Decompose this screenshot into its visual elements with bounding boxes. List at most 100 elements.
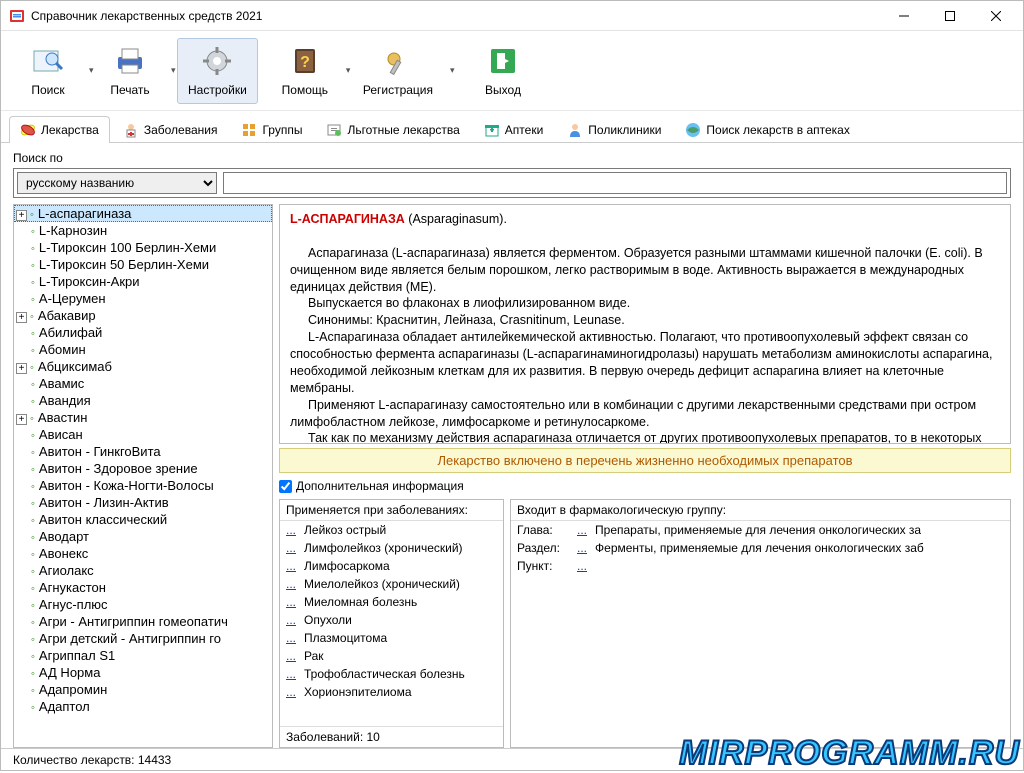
toolbar-help[interactable]: ? Помощь bbox=[270, 38, 340, 104]
link-dots[interactable]: ... bbox=[286, 559, 296, 573]
disease-item[interactable]: ...Опухоли bbox=[280, 611, 503, 629]
description-pane[interactable]: L-АСПАРАГИНАЗА (Asparaginasum). Аспараги… bbox=[279, 204, 1011, 444]
tree-item[interactable]: +◦Авастин bbox=[14, 409, 272, 426]
tree-item[interactable]: ◦Адапромин bbox=[14, 681, 272, 698]
search-panel: Поиск по русскому названию bbox=[1, 143, 1023, 204]
toolbar-search[interactable]: Поиск bbox=[13, 38, 83, 104]
tree-item[interactable]: ◦L-Тироксин 50 Берлин-Хеми bbox=[14, 256, 272, 273]
tree-item[interactable]: ◦Авонекс bbox=[14, 545, 272, 562]
diseases-heading: Применяется при заболеваниях: bbox=[280, 500, 503, 520]
essential-drug-banner: Лекарство включено в перечень жизненно н… bbox=[279, 448, 1011, 473]
tab-drugs[interactable]: Лекарства bbox=[9, 116, 110, 143]
tree-item[interactable]: ◦Авитон - Лизин-Актив bbox=[14, 494, 272, 511]
diseases-panel: Применяется при заболеваниях: ...Лейкоз … bbox=[279, 499, 504, 748]
tree-item[interactable]: ◦Авитон - Кожа-Ногти-Волосы bbox=[14, 477, 272, 494]
group-table[interactable]: Глава:...Препараты, применяемые для лече… bbox=[511, 520, 1010, 747]
tree-item[interactable]: ◦Ависан bbox=[14, 426, 272, 443]
tree-item[interactable]: ◦Абомин bbox=[14, 341, 272, 358]
tree-item[interactable]: +◦Абциксимаб bbox=[14, 358, 272, 375]
close-button[interactable] bbox=[973, 1, 1019, 31]
desc-paragraph: Выпускается во флаконах в лиофилизирован… bbox=[290, 295, 1000, 312]
disease-item[interactable]: ...Лейкоз острый bbox=[280, 521, 503, 539]
search-label: Поиск по bbox=[13, 151, 1011, 165]
chevron-down-icon[interactable]: ▾ bbox=[83, 65, 95, 76]
desc-paragraph: Так как по механизму действия аспарагина… bbox=[290, 430, 1000, 444]
tree-item[interactable]: ◦Агри - Антигриппин гомеопатич bbox=[14, 613, 272, 630]
tab-pharmacies[interactable]: Аптеки bbox=[473, 116, 555, 143]
search-input[interactable] bbox=[223, 172, 1007, 194]
tree-item[interactable]: ◦Авитон - ГинкгоВита bbox=[14, 443, 272, 460]
tree-item[interactable]: ◦L-Тироксин-Акри bbox=[14, 273, 272, 290]
main-toolbar: Поиск ▾ Печать ▾ Настройки ? Помощь ▾ Ре… bbox=[1, 31, 1023, 111]
disease-count: Заболеваний: 10 bbox=[280, 727, 503, 747]
titlebar: Справочник лекарственных средств 2021 bbox=[1, 1, 1023, 31]
desc-paragraph: Синонимы: Краснитин, Лейназа, Crasnitinu… bbox=[290, 312, 1000, 329]
disease-item[interactable]: ...Миелолейкоз (хронический) bbox=[280, 575, 503, 593]
link-dots[interactable]: ... bbox=[577, 523, 587, 537]
tree-item[interactable]: ◦Аводарт bbox=[14, 528, 272, 545]
tree-item[interactable]: ◦Абилифай bbox=[14, 324, 272, 341]
disease-item[interactable]: ...Миеломная болезнь bbox=[280, 593, 503, 611]
tab-diseases[interactable]: Заболевания bbox=[112, 116, 229, 143]
tree-item[interactable]: ◦Агнус-плюс bbox=[14, 596, 272, 613]
drug-tree[interactable]: +◦L-аспарагиназа◦L-Карнозин◦L-Тироксин 1… bbox=[13, 204, 273, 748]
tree-item[interactable]: ◦Авитон классический bbox=[14, 511, 272, 528]
tree-item[interactable]: ◦Авандия bbox=[14, 392, 272, 409]
disease-item[interactable]: ...Лимфолейкоз (хронический) bbox=[280, 539, 503, 557]
extra-info-checkbox[interactable]: Дополнительная информация bbox=[279, 477, 1011, 495]
disease-item[interactable]: ...Трофобластическая болезнь bbox=[280, 665, 503, 683]
tab-groups[interactable]: Группы bbox=[230, 116, 313, 143]
watermark: MIRPROGRAMM.RU bbox=[679, 734, 1020, 773]
disease-list[interactable]: ...Лейкоз острый...Лимфолейкоз (хроничес… bbox=[280, 520, 503, 727]
search-type-select[interactable]: русскому названию bbox=[17, 172, 217, 194]
tree-item[interactable]: ◦Агнукастон bbox=[14, 579, 272, 596]
chevron-down-icon[interactable]: ▾ bbox=[444, 65, 456, 76]
tab-clinics[interactable]: Поликлиники bbox=[556, 116, 672, 143]
tree-item[interactable]: ◦А-Церумен bbox=[14, 290, 272, 307]
disease-item[interactable]: ...Плазмоцитома bbox=[280, 629, 503, 647]
link-dots[interactable]: ... bbox=[286, 649, 296, 663]
tab-privileged[interactable]: Льготные лекарства bbox=[315, 116, 470, 143]
desc-paragraph: L-Аспарагиназа обладает антилейкемическо… bbox=[290, 329, 1000, 397]
toolbar-register[interactable]: Регистрация bbox=[352, 38, 444, 104]
disease-item[interactable]: ...Хорионэпителиома bbox=[280, 683, 503, 701]
group-panel: Входит в фармакологическую группу: Глава… bbox=[510, 499, 1011, 748]
window-title: Справочник лекарственных средств 2021 bbox=[31, 9, 881, 23]
toolbar-exit[interactable]: Выход bbox=[468, 38, 538, 104]
tree-item[interactable]: +◦Абакавир bbox=[14, 307, 272, 324]
tab-pharmacy-search[interactable]: Поиск лекарств в аптеках bbox=[674, 116, 860, 143]
desc-paragraph: Применяют L-аспарагиназу самостоятельно … bbox=[290, 397, 1000, 431]
drug-count: Количество лекарств: 14433 bbox=[13, 753, 171, 767]
link-dots[interactable]: ... bbox=[286, 631, 296, 645]
link-dots[interactable]: ... bbox=[286, 523, 296, 537]
app-icon bbox=[9, 8, 25, 24]
tree-item[interactable]: ◦Агри детский - Антигриппин го bbox=[14, 630, 272, 647]
link-dots[interactable]: ... bbox=[577, 541, 587, 555]
toolbar-settings[interactable]: Настройки bbox=[177, 38, 258, 104]
tree-item[interactable]: ◦L-Тироксин 100 Берлин-Хеми bbox=[14, 239, 272, 256]
link-dots[interactable]: ... bbox=[286, 685, 296, 699]
link-dots[interactable]: ... bbox=[286, 667, 296, 681]
tree-item[interactable]: ◦Авитон - Здоровое зрение bbox=[14, 460, 272, 477]
tree-item[interactable]: ◦L-Карнозин bbox=[14, 222, 272, 239]
disease-item[interactable]: ...Лимфосаркома bbox=[280, 557, 503, 575]
maximize-button[interactable] bbox=[927, 1, 973, 31]
tree-item[interactable]: ◦АД Норма bbox=[14, 664, 272, 681]
tree-item[interactable]: ◦Агиолакс bbox=[14, 562, 272, 579]
link-dots[interactable]: ... bbox=[286, 595, 296, 609]
link-dots[interactable]: ... bbox=[286, 541, 296, 555]
tree-item[interactable]: ◦Агриппал S1 bbox=[14, 647, 272, 664]
link-dots[interactable]: ... bbox=[286, 613, 296, 627]
link-dots[interactable]: ... bbox=[577, 559, 587, 573]
chevron-down-icon[interactable]: ▾ bbox=[340, 65, 352, 76]
tree-item[interactable]: ◦Авамис bbox=[14, 375, 272, 392]
link-dots[interactable]: ... bbox=[286, 577, 296, 591]
chevron-down-icon[interactable]: ▾ bbox=[165, 65, 177, 76]
tree-item[interactable]: ◦Адаптол bbox=[14, 698, 272, 715]
desc-paragraph: Аспарагиназа (L-аспарагиназа) является ф… bbox=[290, 245, 1000, 296]
groups-heading: Входит в фармакологическую группу: bbox=[511, 500, 1010, 520]
minimize-button[interactable] bbox=[881, 1, 927, 31]
tree-item[interactable]: +◦L-аспарагиназа bbox=[14, 205, 272, 222]
disease-item[interactable]: ...Рак bbox=[280, 647, 503, 665]
toolbar-print[interactable]: Печать bbox=[95, 38, 165, 104]
